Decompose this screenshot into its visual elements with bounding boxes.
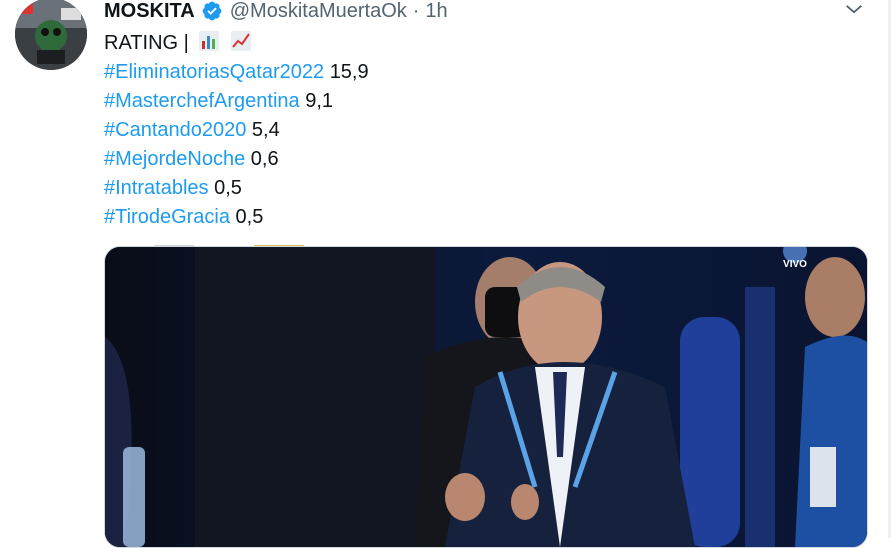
hashtag-link[interactable]: #EliminatoriasQatar2022 — [104, 61, 324, 83]
hashtag-link[interactable]: #MejordeNoche — [104, 148, 245, 170]
rating-row: #MasterchefArgentina 9,1 — [104, 87, 369, 116]
rating-row: #EliminatoriasQatar2022 15,9 — [104, 58, 369, 87]
chart-increasing-icon — [230, 31, 251, 51]
timestamp[interactable]: 1h — [425, 0, 447, 23]
hashtag-link[interactable]: #MasterchefArgentina — [104, 90, 300, 112]
handle[interactable]: @MoskitaMuertaOk — [230, 0, 407, 23]
rating-row: #MejordeNoche 0,6 — [104, 145, 369, 174]
tweet-line-rating: RATING | — [104, 29, 369, 58]
rating-value: 9,1 — [305, 90, 334, 112]
rating-value: 0,5 — [214, 177, 242, 199]
verified-badge-icon — [202, 1, 222, 21]
rating-value: 0,6 — [250, 148, 279, 170]
rating-row: #Intratables 0,5 — [104, 174, 369, 203]
hashtag-link[interactable]: #Cantando2020 — [104, 119, 246, 141]
chevron-down-icon[interactable] — [843, 0, 865, 20]
media-image: VIVO — [105, 247, 867, 547]
tweet-header: MOSKITA @MoskitaMuertaOk · 1h — [104, 0, 448, 23]
rating-row: #TirodeGracia 0,5 — [104, 203, 369, 232]
tweet-media[interactable]: VIVO — [104, 246, 868, 548]
rating-value: 5,4 — [251, 119, 280, 141]
avatar-image — [15, 0, 87, 70]
tweet-text: RATING | #EliminatoriasQatar2022 15,9 #M… — [104, 29, 369, 232]
separator-dot: · — [412, 0, 420, 22]
rating-row: #Cantando2020 5,4 — [104, 116, 369, 145]
rating-value: 0,5 — [235, 206, 264, 228]
hashtag-link[interactable]: #TirodeGracia — [104, 206, 230, 228]
bar-chart-icon — [199, 31, 220, 51]
rating-value: 15,9 — [329, 61, 369, 83]
avatar[interactable] — [15, 0, 87, 70]
display-name[interactable]: MOSKITA — [104, 0, 195, 23]
hashtag-link[interactable]: #Intratables — [104, 177, 209, 199]
live-label: VIVO — [783, 259, 807, 270]
rating-label: RATING | — [104, 32, 189, 54]
